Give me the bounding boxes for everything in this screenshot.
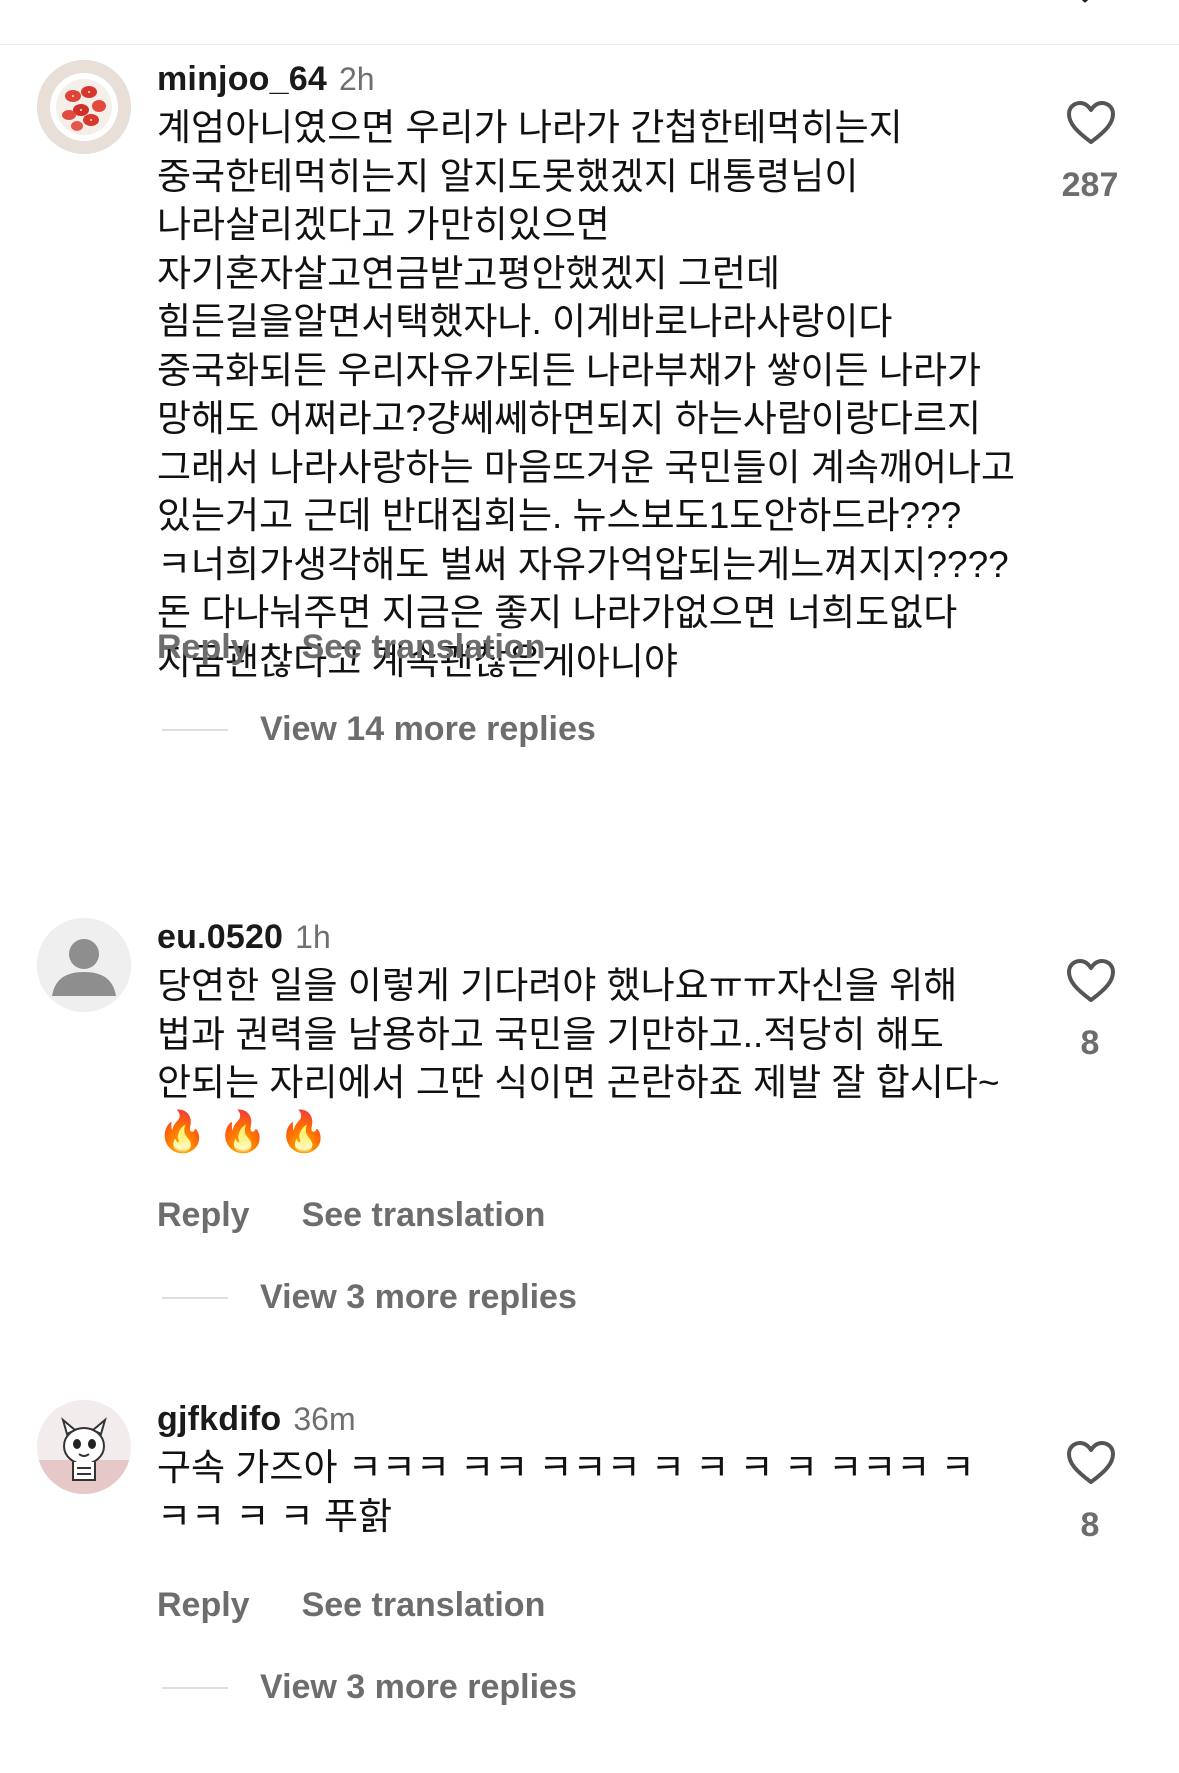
- view-replies-label: View 3 more replies: [260, 1668, 577, 1706]
- like-count: 287: [1061, 166, 1119, 204]
- username[interactable]: gjfkdifo: [157, 1400, 281, 1439]
- view-replies-button[interactable]: View 3 more replies: [162, 1278, 577, 1317]
- comment-actions: Reply See translation: [157, 628, 545, 667]
- see-translation-button[interactable]: See translation: [302, 628, 546, 667]
- timestamp: 1h: [295, 919, 331, 955]
- heart-icon[interactable]: [1066, 958, 1116, 1004]
- timestamp: 36m: [293, 1401, 356, 1437]
- view-replies-button[interactable]: View 14 more replies: [162, 710, 596, 749]
- reply-button[interactable]: Reply: [157, 628, 250, 667]
- top-bar: [0, 0, 1179, 45]
- comment-text: 구속 가즈아 ㅋㅋㅋ ㅋㅋ ㅋㅋㅋ ㅋ ㅋ ㅋ ㅋ ㅋㅋㅋ ㅋ ㅋㅋ ㅋ ㅋ 푸…: [157, 1447, 985, 1537]
- comment-text-content: 당연한 일을 이렇게 기다려야 했나요ㅠㅠ자신을 위해 법과 권력을 남용하고 …: [157, 965, 1000, 1103]
- comment-header: minjoo_64 2h: [157, 60, 375, 104]
- see-translation-button[interactable]: See translation: [302, 1586, 546, 1625]
- heart-icon[interactable]: [1066, 1440, 1116, 1486]
- see-translation-button[interactable]: See translation: [302, 1196, 546, 1235]
- comment-actions: Reply See translation: [157, 1196, 545, 1235]
- like-count: 8: [1080, 1506, 1100, 1544]
- heart-icon[interactable]: [1066, 100, 1116, 146]
- reply-thread-line: [162, 1686, 228, 1689]
- reply-thread-line: [162, 728, 228, 731]
- reply-button[interactable]: Reply: [157, 1586, 250, 1625]
- comment-header: eu.0520 1h: [157, 918, 331, 962]
- like-count: 8: [1080, 1024, 1100, 1062]
- comment-header: gjfkdifo 36m: [157, 1400, 356, 1444]
- reply-thread-line: [162, 1296, 228, 1299]
- strawberries-avatar-icon[interactable]: [37, 60, 131, 154]
- view-replies-label: View 14 more replies: [260, 710, 596, 748]
- timestamp: 2h: [338, 61, 375, 97]
- fire-emoji: 🔥 🔥 🔥: [157, 1109, 329, 1154]
- chevron-down-icon[interactable]: [1072, 0, 1098, 12]
- username[interactable]: eu.0520: [157, 918, 283, 957]
- comment-actions: Reply See translation: [157, 1586, 545, 1625]
- username[interactable]: minjoo_64: [157, 60, 327, 99]
- reply-button[interactable]: Reply: [157, 1196, 250, 1235]
- cartoon-character-avatar-icon[interactable]: [37, 1400, 131, 1494]
- view-replies-label: View 3 more replies: [260, 1278, 577, 1316]
- default-person-avatar-icon[interactable]: [37, 918, 131, 1012]
- comment-text: 계엄아니였으면 우리가 나라가 간첩한테먹히는지 중국한테먹히는지 알지도못했겠…: [157, 107, 1026, 682]
- comment-text: 당연한 일을 이렇게 기다려야 했나요ㅠㅠ자신을 위해 법과 권력을 남용하고 …: [157, 962, 1017, 1157]
- view-replies-button[interactable]: View 3 more replies: [162, 1668, 577, 1707]
